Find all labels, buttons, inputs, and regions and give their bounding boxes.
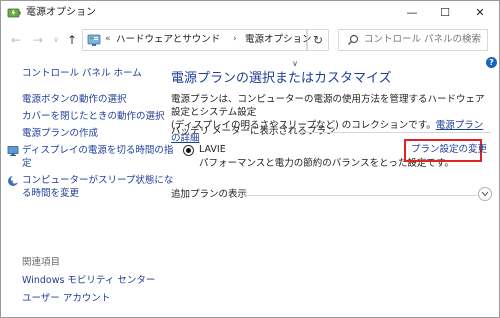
related-section-title: 関連項目 <box>22 257 61 268</box>
minimize-button[interactable]: — <box>397 1 427 23</box>
power-options-window: 電源オプション — ☐ ✕ ← → ∨ ↑ « ハードウェアとサウンド › 電源… <box>0 0 500 318</box>
breadcrumb-overflow[interactable]: « <box>105 34 111 44</box>
control-panel-home-link[interactable]: コントロール パネル ホーム <box>22 68 142 80</box>
title-bar: 電源オプション — ☐ ✕ <box>1 1 499 25</box>
search-box[interactable]: コントロール パネルの検索 <box>338 29 488 51</box>
breadcrumb-power-options[interactable]: 電源オプション <box>245 34 312 46</box>
chevron-down-icon <box>481 191 489 197</box>
choose-power-button-link[interactable]: 電源ボタンの動作の選択 <box>22 94 127 106</box>
page-title: 電源プランの選択またはカスタマイズ <box>171 71 392 86</box>
breadcrumb-hardware-and-sound[interactable]: ハードウェアとサウンド <box>116 34 220 46</box>
plan-name[interactable]: LAVIE <box>199 144 226 156</box>
display-off-time-link[interactable]: ディスプレイの電源を切る時間の指 <box>22 145 173 157</box>
sleep-time-line2: る時間を変更 <box>22 188 80 199</box>
search-placeholder: コントロール パネルの検索 <box>364 34 482 45</box>
refresh-button[interactable]: ↻ <box>307 29 329 51</box>
search-icon <box>348 34 359 45</box>
choose-lid-close-link[interactable]: カバーを閉じたときの動作の選択 <box>22 111 165 123</box>
expand-additional-plans-button[interactable] <box>478 187 492 201</box>
windows-mobility-center-link[interactable]: Windows モビリティ センター <box>22 275 155 287</box>
display-off-time-line1: ディスプレイの電源を切る時間の指 <box>22 145 174 156</box>
description-line1: 電源プランは、コンピューターの電源の使用方法を管理するハードウェア設定とシステム… <box>171 94 485 118</box>
create-power-plan-link[interactable]: 電源プランの作成 <box>22 128 98 140</box>
display-monitor-icon <box>7 146 19 156</box>
user-accounts-link[interactable]: ユーザー アカウント <box>22 293 110 305</box>
sleep-moon-icon <box>8 175 19 186</box>
back-arrow-icon[interactable]: ← <box>9 32 23 48</box>
breadcrumb-separator[interactable]: › <box>233 34 237 44</box>
address-bar[interactable]: « ハードウェアとサウンド › 電源オプション <box>82 29 312 51</box>
power-options-app-icon <box>7 8 21 18</box>
sleep-time-link-cont[interactable]: る時間を変更 <box>22 188 79 200</box>
show-additional-plans-label[interactable]: 追加プランの表示 <box>171 189 247 201</box>
sleep-time-link[interactable]: コンピューターがスリープ状態にな <box>22 175 173 187</box>
section-divider <box>298 132 491 133</box>
change-plan-settings-link[interactable]: プラン設定の変更 <box>411 144 487 156</box>
sleep-time-line1: コンピューターがスリープ状態にな <box>22 175 174 186</box>
additional-plans-divider <box>241 195 477 196</box>
maximize-button[interactable]: ☐ <box>430 1 460 23</box>
recent-locations-chevron-icon[interactable]: ∨ <box>49 32 63 48</box>
display-off-time-line2: 定 <box>22 158 32 169</box>
plan-radio-selected[interactable] <box>183 145 194 156</box>
close-button[interactable]: ✕ <box>465 1 495 23</box>
navigation-bar: ← → ∨ ↑ « ハードウェアとサウンド › 電源オプション ∨ ↻ コントロ… <box>1 25 499 68</box>
window-title: 電源オプション <box>26 7 96 18</box>
display-off-time-link-cont[interactable]: 定 <box>22 158 32 170</box>
forward-arrow-icon[interactable]: → <box>31 32 45 48</box>
up-arrow-icon[interactable]: ↑ <box>65 32 79 48</box>
help-icon[interactable]: ? <box>486 57 497 68</box>
control-panel-icon <box>87 34 101 46</box>
